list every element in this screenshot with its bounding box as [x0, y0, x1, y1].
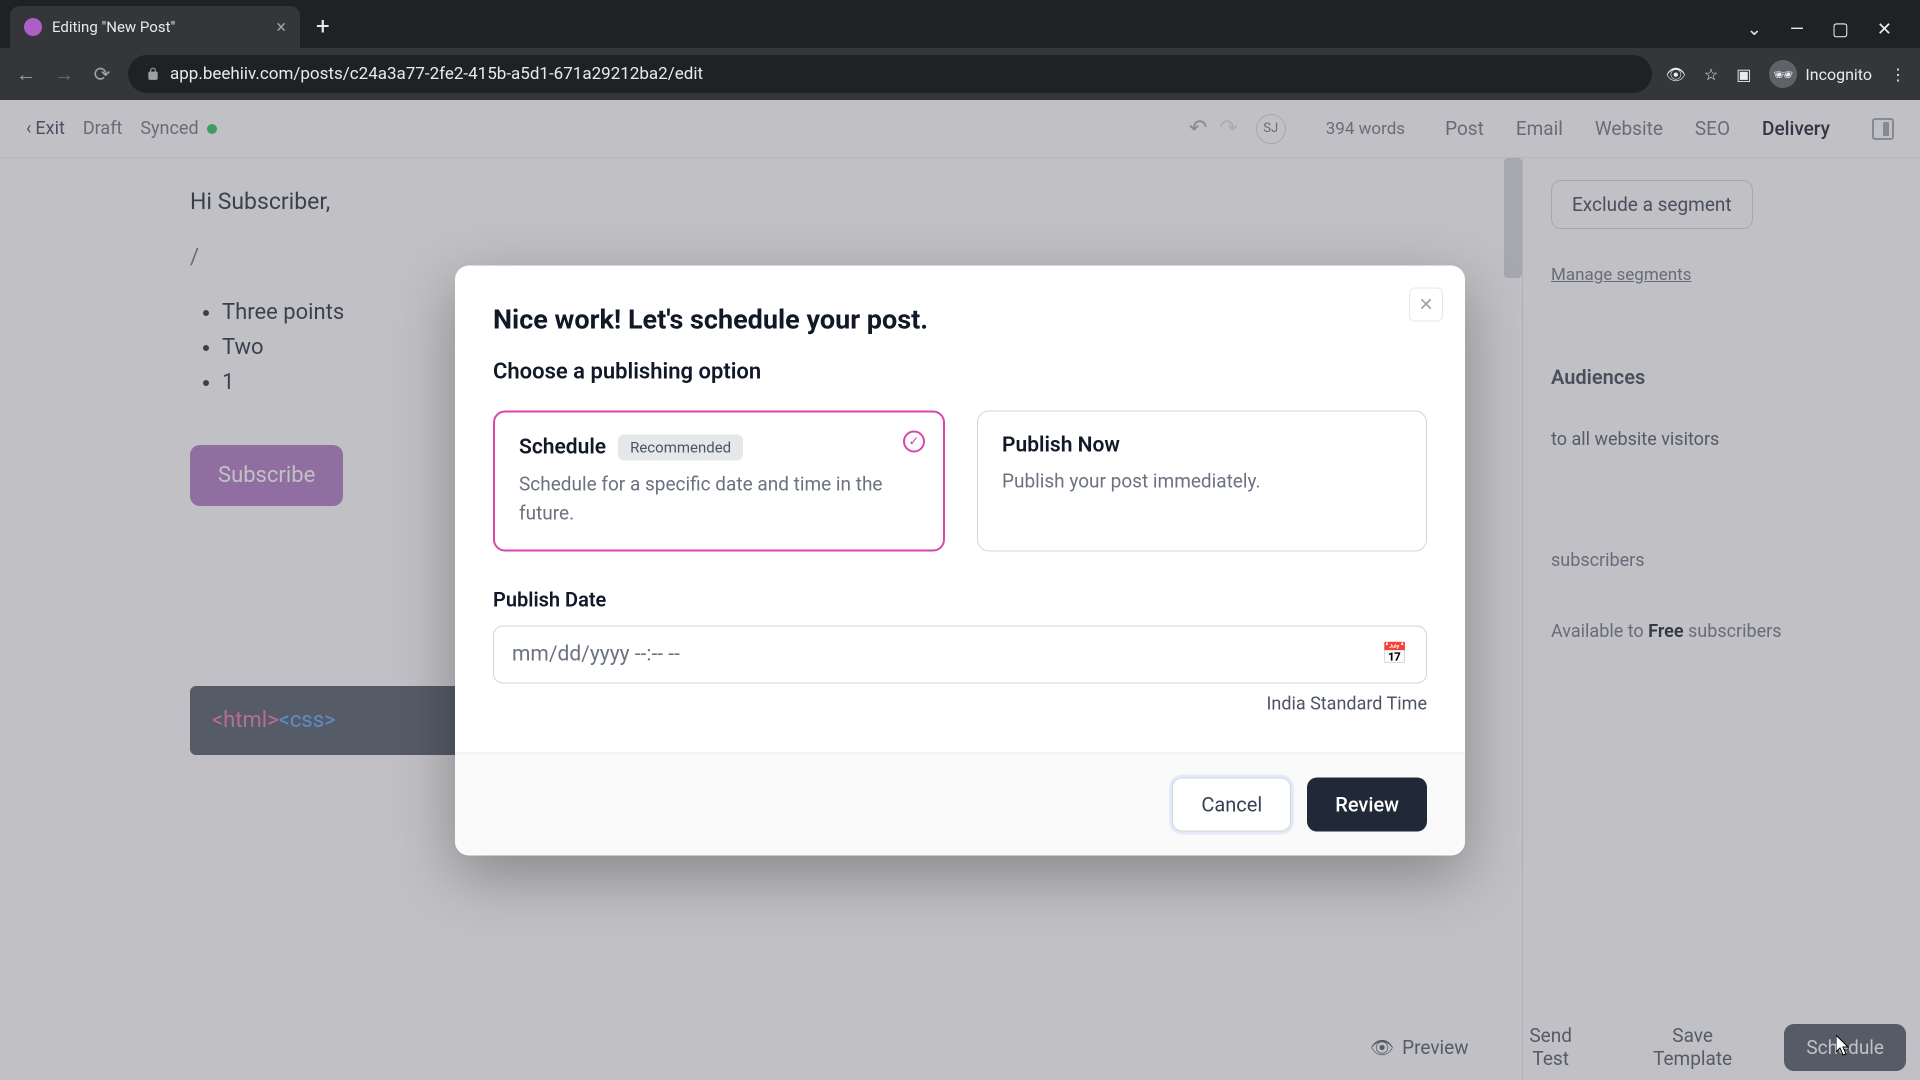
window-controls: ⌄ — ▢ ✕: [1747, 19, 1910, 40]
url-input[interactable]: app.beehiiv.com/posts/c24a3a77-2fe2-415b…: [128, 55, 1652, 93]
incognito-label: Incognito: [1805, 65, 1872, 84]
incognito-icon: 🕶: [1769, 60, 1797, 88]
forward-icon[interactable]: →: [52, 62, 76, 86]
tab-title: Editing "New Post": [52, 18, 175, 36]
review-button[interactable]: Review: [1307, 778, 1427, 832]
schedule-modal: ✕ Nice work! Let's schedule your post. C…: [455, 266, 1465, 856]
minimize-icon[interactable]: —: [1790, 19, 1804, 40]
chevron-down-icon[interactable]: ⌄: [1747, 19, 1762, 40]
calendar-icon: 📅: [1382, 643, 1408, 667]
incognito-indicator: 🕶 Incognito: [1769, 60, 1872, 88]
maximize-icon[interactable]: ▢: [1832, 19, 1849, 40]
option-publish-now[interactable]: Publish Now Publish your post immediatel…: [977, 411, 1427, 552]
modal-title: Nice work! Let's schedule your post.: [493, 304, 1427, 336]
browser-tab[interactable]: Editing "New Post" ×: [10, 6, 300, 48]
eye-off-icon[interactable]: 👁: [1666, 65, 1686, 84]
lock-icon: [146, 67, 160, 81]
option-schedule[interactable]: ✓ Schedule Recommended Schedule for a sp…: [493, 411, 945, 552]
back-icon[interactable]: ←: [14, 62, 38, 86]
new-tab-button[interactable]: +: [316, 12, 330, 40]
publish-option-desc: Publish your post immediately.: [1002, 468, 1402, 497]
tab-close-icon[interactable]: ×: [276, 17, 286, 38]
schedule-option-desc: Schedule for a specific date and time in…: [519, 471, 919, 528]
browser-tab-strip: Editing "New Post" × + ⌄ — ▢ ✕: [0, 0, 1920, 48]
app-viewport: ‹ Exit Draft Synced ↶ ↷ SJ 394 words Pos…: [0, 100, 1920, 1080]
close-window-icon[interactable]: ✕: [1877, 19, 1892, 40]
reload-icon[interactable]: ⟳: [90, 62, 114, 86]
menu-icon[interactable]: ⋮: [1890, 65, 1906, 84]
check-circle-icon: ✓: [903, 431, 925, 453]
recommended-badge: Recommended: [618, 435, 743, 461]
bookmark-icon[interactable]: ☆: [1704, 65, 1718, 84]
date-placeholder: mm/dd/yyyy --:-- --: [512, 643, 680, 667]
publish-date-input[interactable]: mm/dd/yyyy --:-- -- 📅: [493, 626, 1427, 684]
modal-subtitle: Choose a publishing option: [493, 360, 1427, 385]
schedule-option-title: Schedule: [519, 436, 606, 460]
extensions-icon[interactable]: ▣: [1736, 65, 1751, 84]
favicon-icon: [24, 18, 42, 36]
publish-option-title: Publish Now: [1002, 434, 1120, 458]
timezone-text: India Standard Time: [493, 694, 1427, 715]
modal-close-button[interactable]: ✕: [1409, 288, 1443, 322]
cancel-button[interactable]: Cancel: [1172, 778, 1291, 832]
address-bar: ← → ⟳ app.beehiiv.com/posts/c24a3a77-2fe…: [0, 48, 1920, 100]
publish-date-label: Publish Date: [493, 588, 1427, 612]
url-text: app.beehiiv.com/posts/c24a3a77-2fe2-415b…: [170, 64, 703, 84]
